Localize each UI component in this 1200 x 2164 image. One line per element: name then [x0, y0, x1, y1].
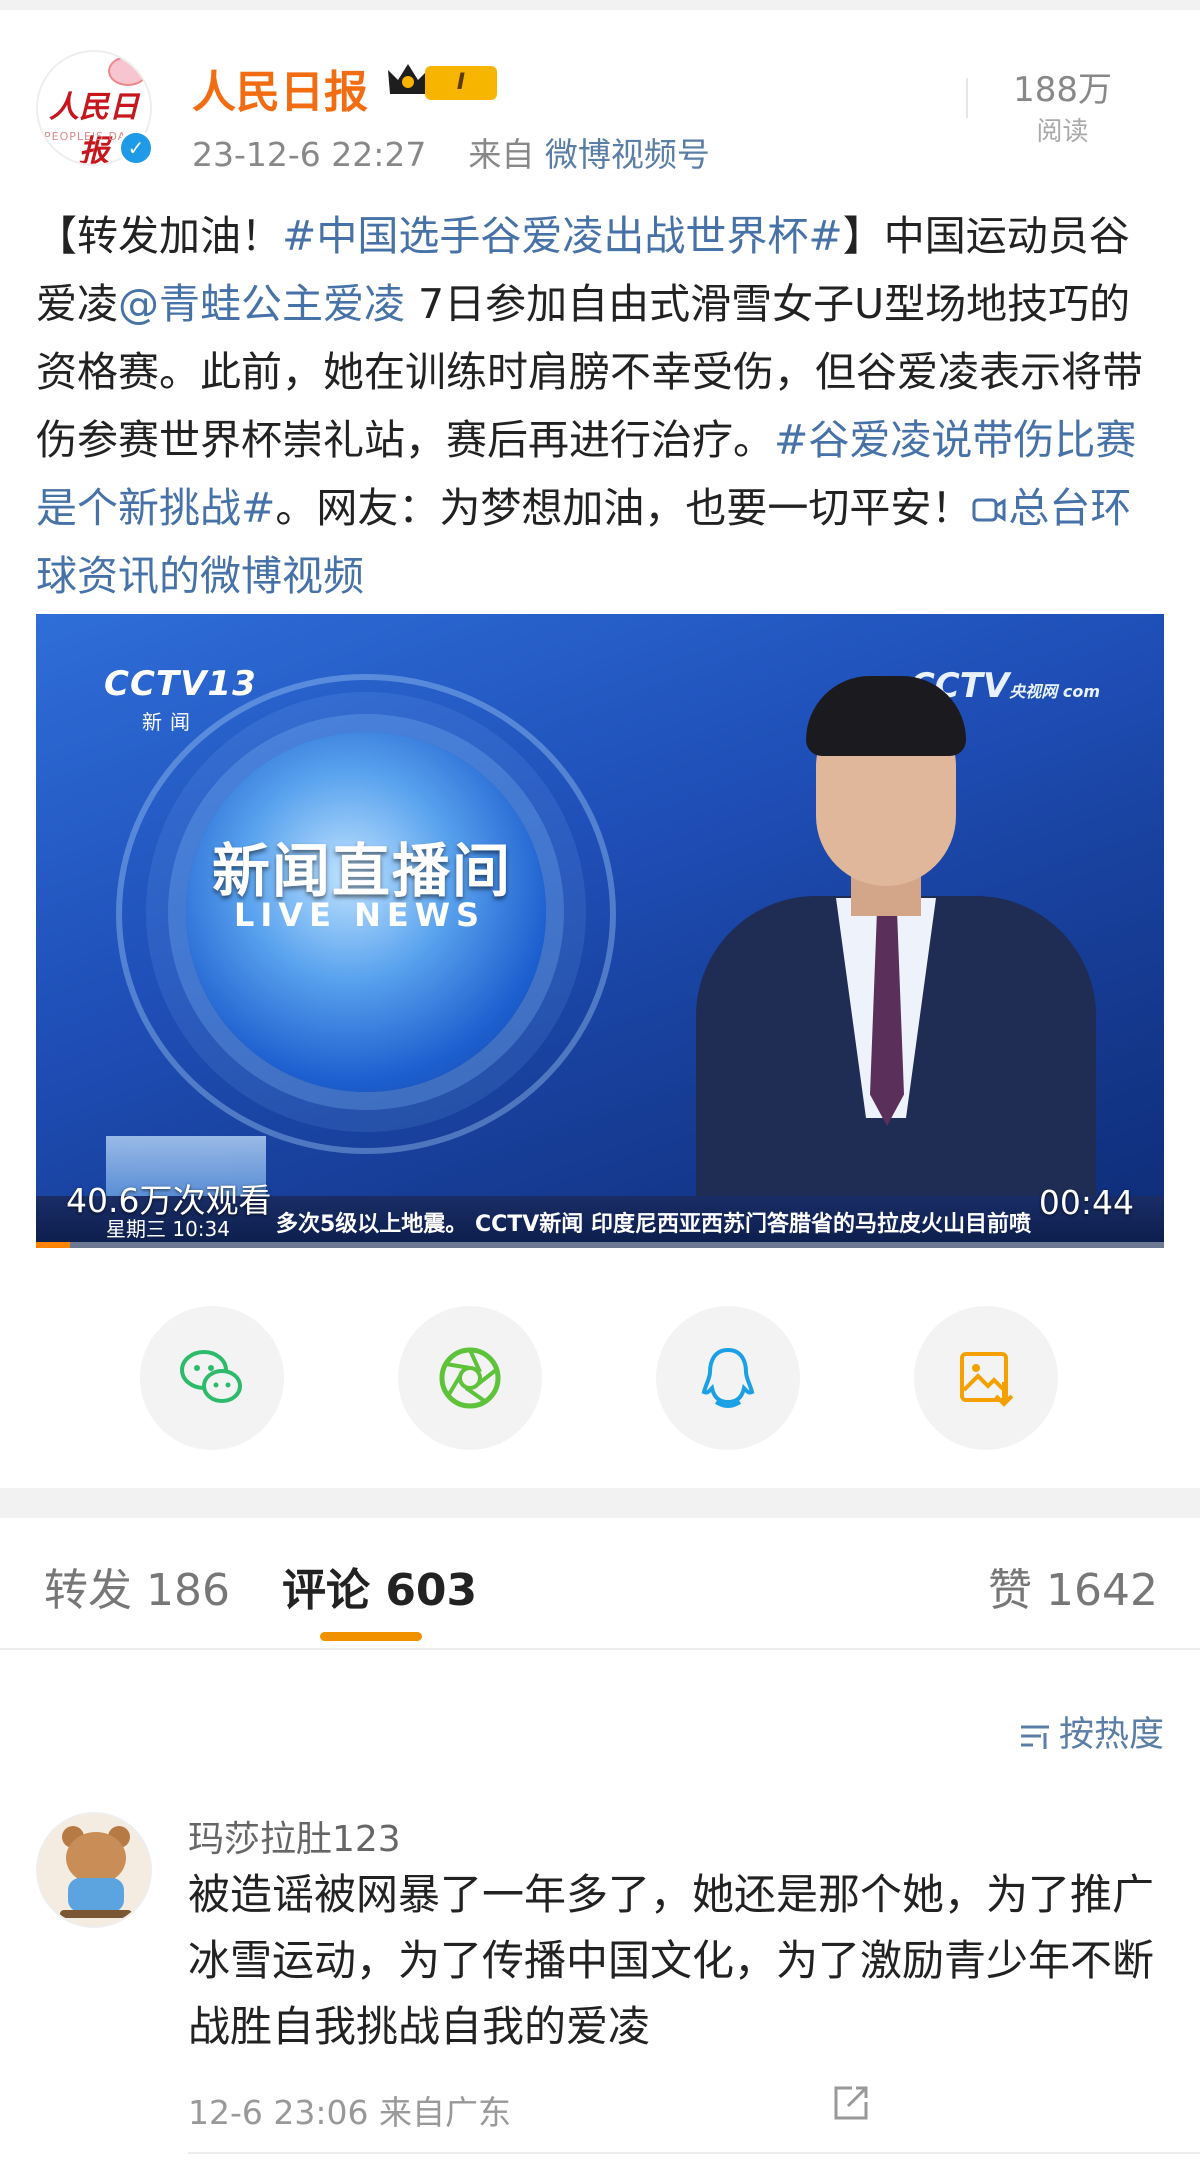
post-meta: 23-12-6 22:27 来自 微博视频号: [192, 128, 710, 176]
mention-link[interactable]: @青蛙公主爱凌: [118, 280, 405, 328]
top-band: [0, 0, 1200, 10]
commenter-name[interactable]: 玛莎拉肚123: [188, 1810, 401, 1862]
commenter-avatar[interactable]: [36, 1812, 152, 1928]
share-moments-button[interactable]: [398, 1306, 542, 1450]
show-subtitle: LIVE NEWS: [234, 896, 486, 934]
post-source[interactable]: 微博视频号: [545, 135, 710, 174]
crown-icon: [388, 64, 428, 94]
reads-label: 阅读: [1036, 117, 1089, 147]
view-count: 40.6万次观看: [66, 1181, 272, 1220]
reads-divider: [966, 78, 968, 118]
save-image-button[interactable]: [914, 1306, 1058, 1450]
tab-comment[interactable]: 评论 603: [282, 1554, 477, 1618]
video-link-icon: [972, 498, 1006, 522]
tab-divider: [0, 1648, 1200, 1650]
share-qq-button[interactable]: [656, 1306, 800, 1450]
wechat-icon: [180, 1350, 242, 1403]
tab-like[interactable]: 赞 1642: [988, 1554, 1158, 1618]
hashtag-link[interactable]: #中国选手谷爱凌出战世界杯#: [282, 212, 843, 260]
save-image-icon: [960, 1352, 1014, 1407]
author-name[interactable]: 人民日报: [192, 56, 368, 120]
source-prefix: 来自: [468, 135, 535, 174]
post-timestamp: 23-12-6 22:27: [192, 135, 427, 174]
video-progress-fill: [36, 1242, 70, 1248]
sort-button[interactable]: 按热度: [1019, 1706, 1164, 1757]
news-anchor: [676, 666, 1136, 1248]
reads-counter: 188万 阅读: [1013, 62, 1112, 148]
sort-icon: [1020, 1725, 1049, 1749]
reads-count: 188万: [1013, 70, 1112, 110]
video-duration: 00:44: [1038, 1183, 1134, 1222]
post-text-part: 【转发加油！: [36, 212, 282, 260]
channel-sub: 新闻: [142, 710, 198, 734]
active-tab-indicator: [320, 1632, 422, 1641]
verified-icon: ✓: [118, 130, 154, 166]
comment-text: 被造谣被网暴了一年多了，她还是那个她，为了推广冰雪运动，为了传播中国文化，为了激…: [188, 1870, 1155, 2051]
share-wechat-button[interactable]: [140, 1306, 284, 1450]
tab-repost[interactable]: 转发 186: [44, 1554, 230, 1618]
sort-label: 按热度: [1058, 1715, 1164, 1755]
video-player[interactable]: CCTV13 新闻 CCTV央视网 com 新闻直播间 LIVE NEWS 星期…: [36, 614, 1164, 1248]
comment-meta: 12-6 23:06 来自广东: [188, 2093, 511, 2132]
ticker-text: 多次5级以上地震。 CCTV新闻 印度尼西亚西苏门答腊省的马拉皮火山目前喷: [276, 1212, 1031, 1237]
video-progress[interactable]: [36, 1242, 1164, 1248]
share-comment-icon[interactable]: [830, 2082, 872, 2124]
moments-icon: [439, 1347, 501, 1409]
qq-icon: [701, 1347, 755, 1408]
level-badge: I: [425, 66, 497, 100]
channel-logo: CCTV13: [104, 664, 257, 704]
post-text-part: 。网友：为梦想加油，也要一切平安！: [275, 484, 973, 532]
section-separator: [0, 1488, 1200, 1518]
comment-divider: [188, 2152, 1200, 2154]
post-text: 【转发加油！#中国选手谷爱凌出战世界杯#】中国运动员谷爱凌@青蛙公主爱凌 7日参…: [36, 202, 1166, 610]
